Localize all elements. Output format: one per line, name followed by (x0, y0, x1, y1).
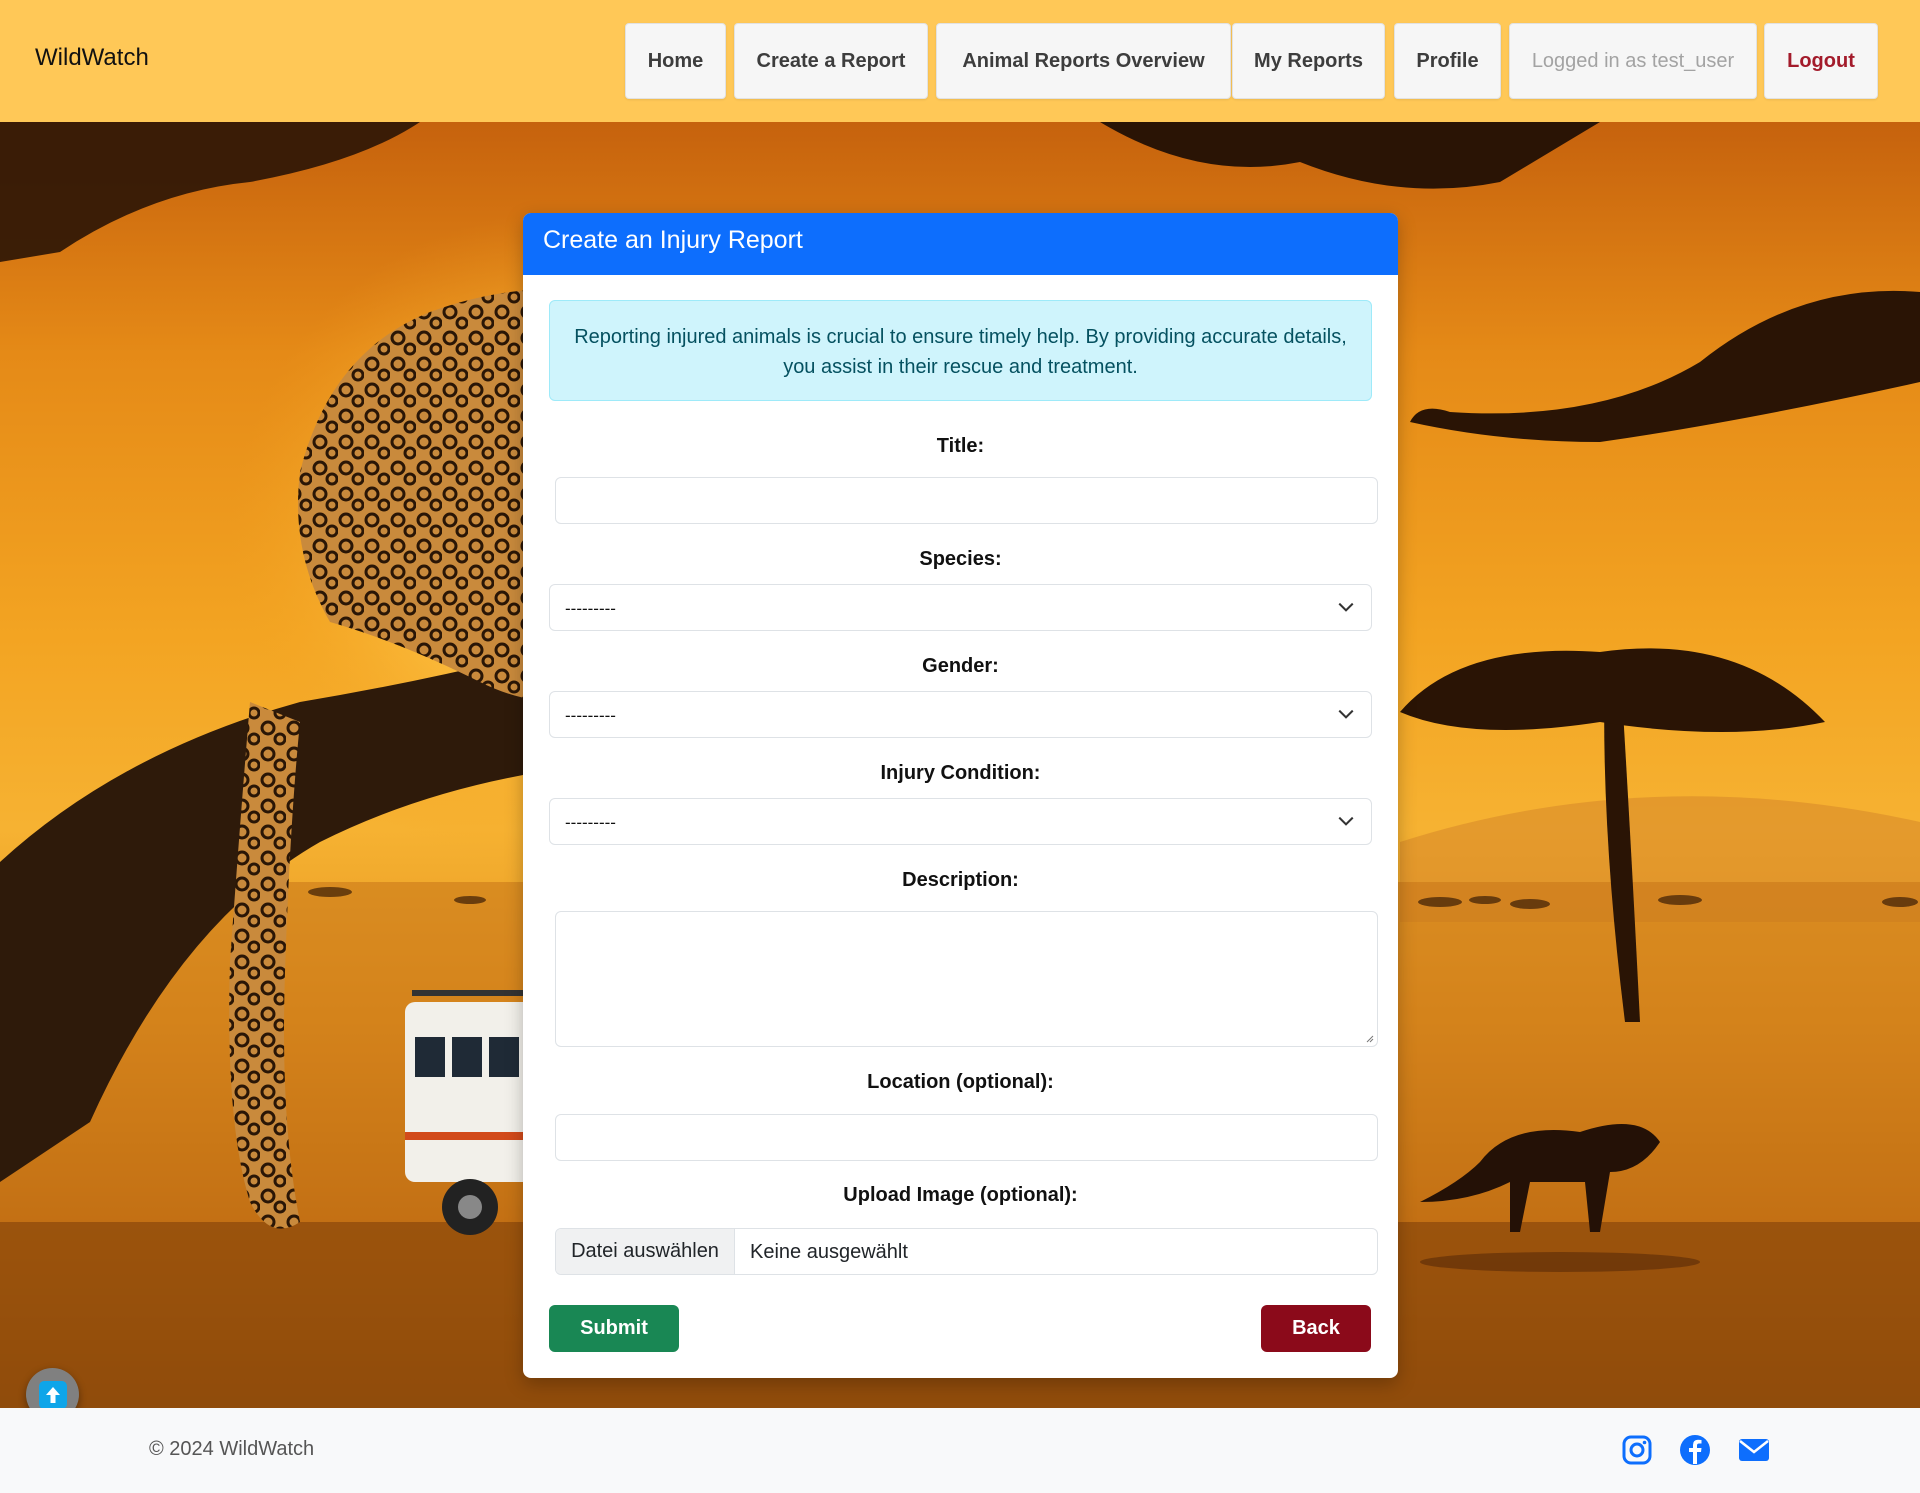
logged-in-status: Logged in as test_user (1509, 23, 1757, 99)
injury-condition-label: Injury Condition: (880, 762, 1041, 784)
location-label: Location (optional): (867, 1071, 1054, 1093)
species-selected-value: --------- (565, 599, 616, 618)
chevron-down-icon (1338, 602, 1354, 612)
description-label: Description: (902, 869, 1019, 891)
species-select[interactable]: --------- (549, 584, 1372, 631)
injury-condition-selected-value: --------- (565, 813, 616, 832)
footer: © 2024 WildWatch (0, 1408, 1920, 1493)
injury-condition-select[interactable]: --------- (549, 798, 1372, 845)
brand-logo[interactable]: WildWatch (35, 44, 149, 72)
arrow-up-icon (38, 1380, 67, 1409)
gender-selected-value: --------- (565, 706, 616, 725)
nav-home[interactable]: Home (625, 23, 726, 99)
envelope-icon[interactable] (1737, 1433, 1771, 1467)
gender-select[interactable]: --------- (549, 691, 1372, 738)
upload-image-label: Upload Image (optional): (843, 1184, 1078, 1206)
submit-button[interactable]: Submit (549, 1305, 679, 1352)
title-label: Title: (936, 435, 985, 457)
facebook-icon[interactable] (1678, 1433, 1712, 1467)
nav-animal-reports-overview[interactable]: Animal Reports Overview (936, 23, 1231, 99)
resize-handle-icon[interactable] (1364, 1033, 1374, 1043)
choose-file-button[interactable]: Datei auswählen (556, 1229, 735, 1274)
image-file-input[interactable]: Datei auswählen Keine ausgewählt (555, 1228, 1378, 1275)
chevron-down-icon (1338, 816, 1354, 826)
nav-my-reports[interactable]: My Reports (1232, 23, 1385, 99)
nav-profile[interactable]: Profile (1394, 23, 1501, 99)
description-textarea[interactable] (555, 911, 1378, 1047)
nav-create-report[interactable]: Create a Report (734, 23, 928, 99)
card-title: Create an Injury Report (523, 213, 1398, 275)
gender-label: Gender: (922, 655, 999, 677)
nav-logout[interactable]: Logout (1764, 23, 1878, 99)
chevron-down-icon (1338, 709, 1354, 719)
info-alert: Reporting injured animals is crucial to … (549, 300, 1372, 401)
title-input[interactable] (555, 477, 1378, 524)
copyright-text: © 2024 WildWatch (149, 1438, 315, 1460)
navbar: WildWatch Home Create a Report Animal Re… (0, 0, 1920, 122)
file-status: Keine ausgewählt (750, 1241, 908, 1263)
species-label: Species: (919, 548, 1002, 570)
location-input[interactable] (555, 1114, 1378, 1161)
injury-report-card: Create an Injury Report Reporting injure… (523, 213, 1398, 1378)
instagram-icon[interactable] (1620, 1433, 1654, 1467)
back-button[interactable]: Back (1261, 1305, 1371, 1352)
